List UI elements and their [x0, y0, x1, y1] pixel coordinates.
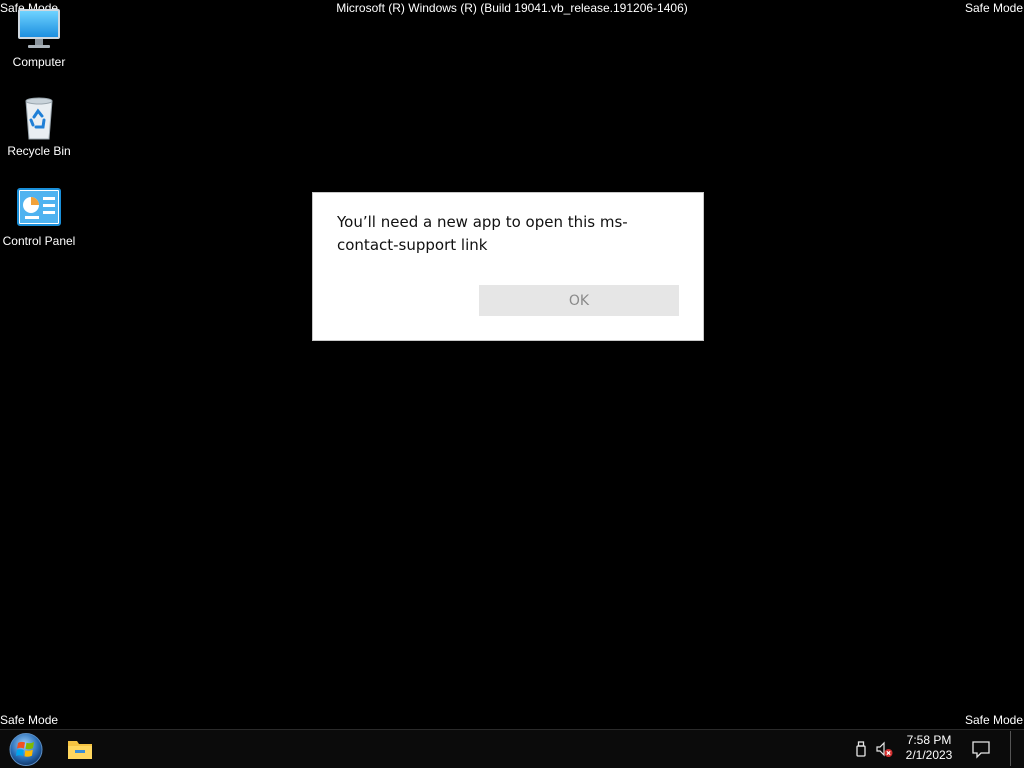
open-with-dialog: You’ll need a new app to open this ms-co… [312, 192, 704, 341]
desktop-icon-label: Recycle Bin [7, 144, 71, 158]
control-panel-icon [17, 188, 61, 226]
taskbar: 7:58 PM 2/1/2023 [0, 729, 1024, 768]
dialog-message: You’ll need a new app to open this ms-co… [337, 213, 628, 254]
clock-time: 7:58 PM [906, 733, 952, 747]
desktop-icon-label: Computer [12, 55, 66, 69]
build-watermark: Microsoft (R) Windows (R) (Build 19041.v… [336, 1, 688, 15]
volume-muted-icon[interactable] [875, 740, 893, 758]
recycle-bin-icon [25, 97, 53, 140]
desktop-icon-computer[interactable]: Computer [0, 6, 78, 69]
show-desktop-button[interactable] [1010, 731, 1021, 766]
clock-date: 2/1/2023 [905, 748, 953, 762]
desktop-icon-label: Control Panel [2, 234, 76, 248]
desktop-icon-control-panel[interactable]: Control Panel [0, 185, 78, 248]
ok-button[interactable]: OK [479, 285, 679, 316]
desktop: Microsoft (R) Windows (R) (Build 19041.v… [0, 0, 1024, 768]
safe-mode-label-bottom-left: Safe Mode [0, 713, 59, 727]
safe-mode-label-bottom-right: Safe Mode [964, 713, 1023, 727]
desktop-icon-recycle-bin[interactable]: Recycle Bin [0, 95, 78, 158]
taskbar-clock[interactable]: 7:58 PM 2/1/2023 [900, 733, 958, 763]
file-explorer-icon[interactable] [66, 736, 94, 762]
action-center-icon[interactable] [970, 738, 992, 760]
usb-device-icon[interactable] [852, 740, 870, 758]
safe-mode-label-top-right: Safe Mode [964, 1, 1023, 15]
computer-icon [18, 9, 60, 48]
windows-start-icon[interactable] [7, 732, 45, 767]
